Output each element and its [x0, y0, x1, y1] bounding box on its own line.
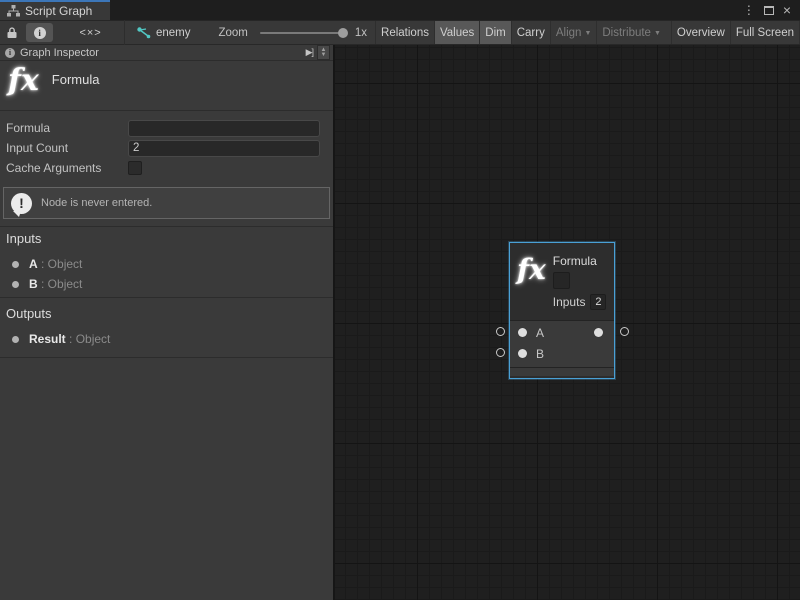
tab-bar: Script Graph ⋮ × [0, 0, 800, 20]
zoom-slider[interactable] [260, 32, 345, 34]
input-count-label: Input Count [6, 141, 128, 155]
node-formula-field[interactable] [553, 272, 570, 289]
graph-toolbar: i <×> enemy Zoom 1x Relations Values [0, 20, 800, 45]
graph-inspector-header: i Graph Inspector ▶] ▲ ▼ [0, 45, 333, 61]
input-port-b: B : Object [12, 277, 327, 291]
node-properties: Formula Input Count Cache Arguments [0, 111, 333, 178]
graph-inspector-panel: i Graph Inspector ▶] ▲ ▼ fx Formula Form… [0, 45, 335, 600]
zoom-slider-thumb[interactable] [338, 28, 348, 38]
external-port-a-socket[interactable] [496, 327, 505, 336]
info-icon: i [5, 48, 15, 58]
formula-field-row: Formula [6, 118, 320, 138]
graph-canvas[interactable]: fx Formula Inputs 2 A [335, 45, 800, 600]
input-port-b-dot[interactable] [518, 349, 527, 358]
graph-breadcrumb[interactable]: enemy [137, 27, 191, 39]
inputs-section: Inputs A : Object B : Object [0, 226, 333, 297]
input-port-a-dot[interactable] [518, 328, 527, 337]
node-type-title: Formula [52, 72, 100, 110]
panel-scrubber[interactable]: ▲ ▼ [317, 45, 330, 60]
output-port-result: Result : Object [12, 332, 327, 346]
window-menu-icon[interactable]: ⋮ [743, 3, 755, 17]
node-summary: fx Formula [0, 61, 333, 111]
dim-button[interactable]: Dim [479, 21, 510, 44]
graph-name: enemy [156, 27, 191, 39]
cache-arguments-row: Cache Arguments [6, 158, 320, 178]
graph-inspector-title: Graph Inspector [20, 47, 99, 59]
window-controls: ⋮ × [743, 0, 800, 20]
external-port-b-socket[interactable] [496, 348, 505, 357]
info-icon: i [34, 27, 46, 39]
warning-icon: ! [11, 193, 32, 214]
lock-button[interactable] [0, 21, 23, 44]
input-port-a: A : Object [12, 257, 327, 271]
port-bullet-icon [12, 261, 19, 268]
lock-icon [6, 26, 18, 39]
port-bullet-icon [12, 336, 19, 343]
outputs-section: Outputs Result : Object [0, 297, 333, 357]
formula-node-footer [510, 367, 614, 376]
zoom-label: Zoom [218, 27, 247, 39]
values-button[interactable]: Values [434, 21, 479, 44]
script-graph-window: Script Graph ⋮ × i <×> enemy [0, 0, 800, 600]
tab-title: Script Graph [25, 4, 92, 18]
external-port-result-socket[interactable] [620, 327, 629, 336]
section-divider [0, 357, 333, 358]
node-inputs-count-field[interactable]: 2 [590, 294, 606, 310]
align-dropdown[interactable]: Align ▼ [550, 21, 597, 44]
formula-fx-icon: fx [8, 66, 39, 110]
warning-text: Node is never entered. [41, 197, 152, 209]
port-bullet-icon [12, 281, 19, 288]
outputs-header: Outputs [6, 306, 327, 321]
dock-panel-icon[interactable]: ▶] [306, 47, 313, 58]
node-port-row-a: A [510, 322, 614, 343]
cache-arguments-label: Cache Arguments [6, 161, 128, 175]
window-close-icon[interactable]: × [783, 3, 791, 17]
output-port-result-dot[interactable] [594, 328, 603, 337]
code-view-button[interactable]: <×> [73, 21, 108, 44]
full-screen-button[interactable]: Full Screen [730, 21, 800, 44]
node-inputs-label: Inputs [553, 295, 586, 309]
chevron-down-icon: ▼ [654, 30, 661, 37]
relations-button[interactable]: Relations [375, 21, 434, 44]
formula-node-title: Formula [553, 254, 597, 268]
warning-box: ! Node is never entered. [3, 187, 330, 219]
formula-node[interactable]: fx Formula Inputs 2 A [509, 242, 615, 379]
overview-button[interactable]: Overview [671, 21, 730, 44]
formula-node-header: fx Formula Inputs 2 [510, 243, 614, 320]
graph-asset-icon [137, 27, 151, 39]
inputs-header: Inputs [6, 231, 327, 246]
toolbar-toggles: Relations Values Dim Carry Align ▼ Distr… [375, 21, 800, 44]
carry-button[interactable]: Carry [511, 21, 550, 44]
inspector-toggle-button[interactable]: i [26, 23, 53, 42]
input-count-input[interactable] [128, 140, 320, 157]
distribute-dropdown[interactable]: Distribute ▼ [596, 21, 666, 44]
formula-fx-icon: fx [517, 256, 546, 320]
tab-script-graph[interactable]: Script Graph [0, 0, 110, 20]
zoom-value: 1x [355, 27, 367, 39]
graph-hierarchy-icon [7, 5, 20, 17]
input-count-row: Input Count [6, 138, 320, 158]
toolbar-separator [124, 20, 125, 45]
formula-field-label: Formula [6, 121, 128, 135]
node-port-row-b: B [510, 343, 614, 364]
formula-input[interactable] [128, 120, 320, 137]
window-maximize-icon[interactable] [764, 6, 774, 15]
cache-arguments-checkbox[interactable] [128, 161, 142, 175]
chevron-down-icon: ▼ [584, 30, 591, 37]
arrow-down-icon[interactable]: ▼ [321, 53, 327, 58]
formula-node-ports: A B [510, 320, 614, 367]
